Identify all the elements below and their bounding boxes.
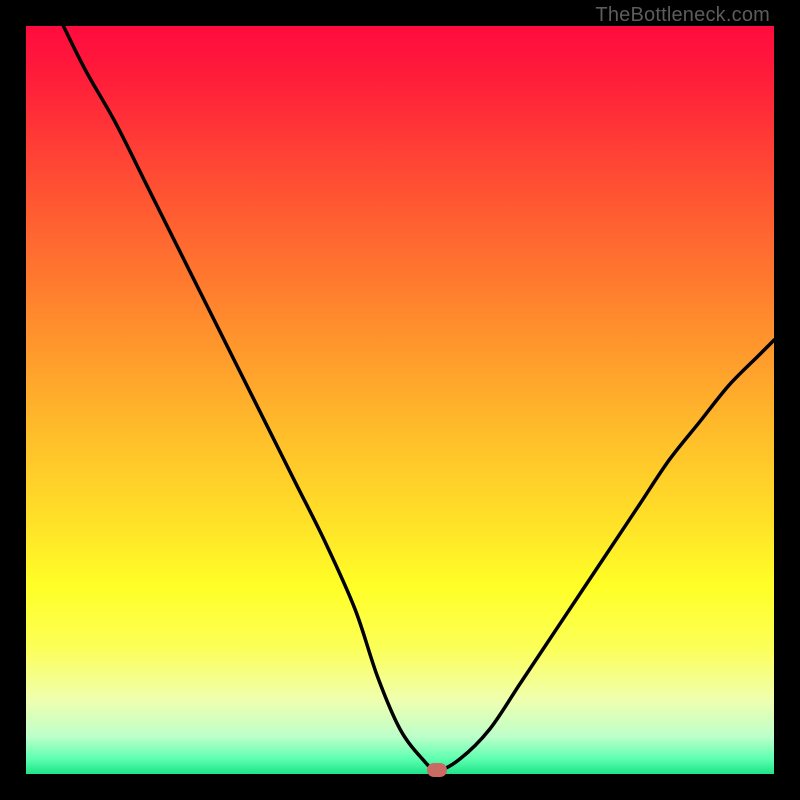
bottleneck-curve xyxy=(63,26,774,770)
optimal-point-marker xyxy=(427,763,447,777)
watermark-text: TheBottleneck.com xyxy=(595,4,770,27)
curve-layer xyxy=(26,26,774,774)
plot-area xyxy=(26,26,774,774)
chart-frame: TheBottleneck.com xyxy=(0,0,800,800)
